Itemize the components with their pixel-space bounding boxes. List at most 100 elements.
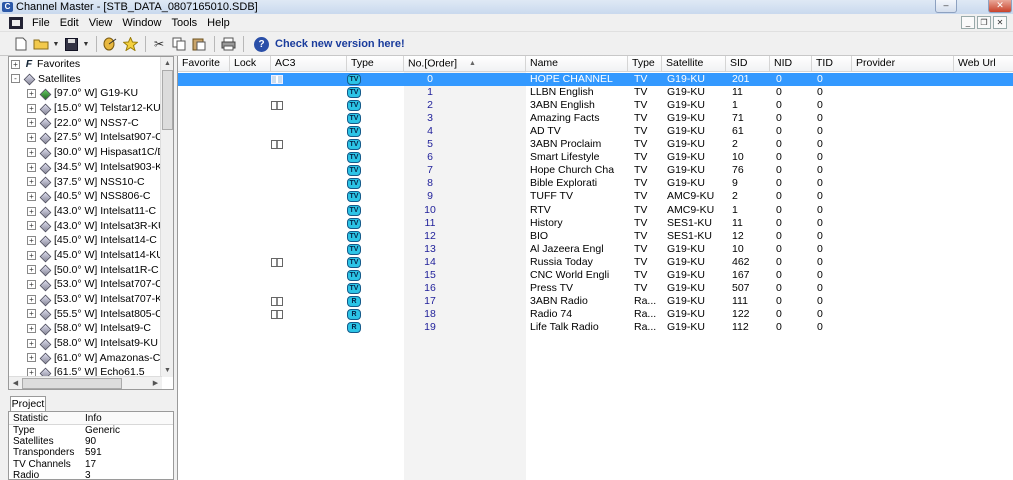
cut-icon[interactable]: ✂ — [150, 35, 168, 53]
tree-node-satellite[interactable]: + [15.0° W] Telstar12-KU — [9, 101, 173, 116]
mdi-minimize-button[interactable]: _ — [961, 16, 975, 29]
expand-icon[interactable]: + — [27, 294, 36, 304]
tree-node-satellite[interactable]: + [40.5° W] NSS806-C — [9, 189, 173, 204]
column-type[interactable]: Type — [628, 56, 662, 72]
document-window-icon[interactable] — [9, 16, 23, 29]
column-tid[interactable]: TID — [812, 56, 852, 72]
tree-hscroll-thumb[interactable] — [22, 378, 122, 389]
tree-scroll-thumb[interactable] — [162, 70, 173, 130]
tree-node-satellite[interactable]: + [30.0° W] Hispasat1C/D — [9, 145, 173, 160]
table-row[interactable]: TV 2 3ABN English TV G19-KU 1 0 0 — [178, 99, 1013, 112]
column-nid[interactable]: NID — [770, 56, 812, 72]
new-file-icon[interactable] — [12, 35, 30, 53]
table-row[interactable]: TV 11 History TV SES1-KU 11 0 0 — [178, 217, 1013, 230]
table-row[interactable]: TV 6 Smart Lifestyle TV G19-KU 10 0 0 — [178, 151, 1013, 164]
menu-view[interactable]: View — [84, 15, 118, 31]
table-row[interactable]: TV 8 Bible Explorati TV G19-KU 9 0 0 — [178, 177, 1013, 190]
tree-node-satellite[interactable]: + [55.5° W] Intelsat805-C — [9, 307, 173, 322]
table-row[interactable]: TV 4 AD TV TV G19-KU 61 0 0 — [178, 125, 1013, 138]
expand-icon[interactable]: + — [27, 89, 36, 99]
table-row[interactable]: TV 0 HOPE CHANNEL TV G19-KU 201 0 0 — [178, 72, 1013, 86]
check-version-link[interactable]: Check new version here! — [275, 38, 405, 50]
menu-tools[interactable]: Tools — [166, 15, 202, 31]
tree-node-satellite[interactable]: + [22.0° W] NSS7-C — [9, 116, 173, 131]
channel-grid[interactable]: Favorite Lock AC3 Type No.[Order] ▲ Name Type Sa… — [177, 56, 1013, 480]
table-row[interactable]: TV 10 RTV TV AMC9-KU 1 0 0 — [178, 204, 1013, 217]
paste-icon[interactable] — [190, 35, 208, 53]
tree-node-satellite[interactable]: + [58.0° W] Intelsat9-C — [9, 321, 173, 336]
close-button[interactable]: ✕ — [988, 0, 1012, 13]
open-dropdown-icon[interactable]: ▼ — [52, 35, 60, 53]
column-web-url[interactable]: Web Url — [954, 56, 1013, 72]
column-lock[interactable]: Lock — [230, 56, 271, 72]
column-statistic[interactable]: Statistic — [9, 412, 81, 424]
scroll-right-icon[interactable]: ▶ — [149, 377, 162, 389]
column-sid[interactable]: SID — [726, 56, 770, 72]
table-row[interactable]: R 19 Life Talk Radio Ra... G19-KU 112 0 0 — [178, 321, 1013, 334]
tree-node-satellites[interactable]: - Satellites — [9, 72, 173, 87]
save-icon[interactable] — [62, 35, 80, 53]
column-provider[interactable]: Provider — [852, 56, 954, 72]
tree-node-satellite[interactable]: + [97.0° W] G19-KU — [9, 86, 173, 101]
menu-file[interactable]: File — [27, 15, 55, 31]
expand-icon[interactable]: + — [27, 265, 36, 275]
collapse-icon[interactable]: - — [11, 74, 20, 84]
column-type-icon[interactable]: Type — [347, 56, 404, 72]
column-info[interactable]: Info — [81, 412, 102, 424]
tree-horizontal-scrollbar[interactable]: ◀ ▶ — [9, 376, 162, 389]
tree-node-satellite[interactable]: + [53.0° W] Intelsat707-KU — [9, 292, 173, 307]
help-icon[interactable]: ? — [254, 36, 269, 52]
expand-icon[interactable]: + — [27, 338, 36, 348]
menu-window[interactable]: Window — [117, 15, 166, 31]
expand-icon[interactable]: + — [27, 147, 36, 157]
minimize-button[interactable]: – — [935, 0, 957, 13]
expand-icon[interactable]: + — [27, 221, 36, 231]
expand-icon[interactable]: + — [11, 59, 20, 69]
print-icon[interactable] — [219, 35, 237, 53]
table-row[interactable]: TV 9 TUFF TV TV AMC9-KU 2 0 0 — [178, 190, 1013, 203]
tree-node-satellite[interactable]: + [45.0° W] Intelsat14-C — [9, 233, 173, 248]
satellite-dish-icon[interactable] — [101, 35, 119, 53]
expand-icon[interactable]: + — [27, 250, 36, 260]
column-order[interactable]: No.[Order] ▲ — [404, 56, 526, 72]
table-row[interactable]: TV 1 LLBN English TV G19-KU 11 0 0 — [178, 86, 1013, 99]
table-row[interactable]: TV 14 Russia Today TV G19-KU 462 0 0 — [178, 256, 1013, 269]
mdi-restore-button[interactable]: ❐ — [977, 16, 991, 29]
expand-icon[interactable]: + — [27, 280, 36, 290]
table-row[interactable]: TV 15 CNC World Engli TV G19-KU 167 0 0 — [178, 269, 1013, 282]
menu-help[interactable]: Help — [202, 15, 235, 31]
expand-icon[interactable]: + — [27, 206, 36, 216]
tree-node-satellite[interactable]: + [45.0° W] Intelsat14-KU — [9, 248, 173, 263]
table-row[interactable]: TV 16 Press TV TV G19-KU 507 0 0 — [178, 282, 1013, 295]
expand-icon[interactable]: + — [27, 324, 36, 334]
column-ac3[interactable]: AC3 — [271, 56, 347, 72]
table-row[interactable]: TV 12 BIO TV SES1-KU 12 0 0 — [178, 230, 1013, 243]
copy-icon[interactable] — [170, 35, 188, 53]
expand-icon[interactable]: + — [27, 133, 36, 143]
tree-node-satellite[interactable]: + [61.0° W] Amazonas-C — [9, 351, 173, 366]
scroll-up-icon[interactable]: ▲ — [161, 57, 173, 70]
tree-node-satellite[interactable]: + [43.0° W] Intelsat11-C — [9, 204, 173, 219]
tab-project[interactable]: Project — [10, 396, 46, 412]
tree-vertical-scrollbar[interactable]: ▲ ▼ — [160, 57, 173, 377]
satellite-tree[interactable]: + F Favorites - Satellites + [97.0° W] G19-KU +… — [8, 56, 174, 390]
menu-edit[interactable]: Edit — [55, 15, 84, 31]
column-satellite[interactable]: Satellite — [662, 56, 726, 72]
scroll-left-icon[interactable]: ◀ — [9, 377, 22, 389]
scroll-down-icon[interactable]: ▼ — [161, 364, 173, 377]
tree-node-favorites[interactable]: + F Favorites — [9, 57, 173, 72]
tree-node-satellite[interactable]: + [37.5° W] NSS10-C — [9, 175, 173, 190]
expand-icon[interactable]: + — [27, 177, 36, 187]
table-row[interactable]: TV 7 Hope Church Cha TV G19-KU 76 0 0 — [178, 164, 1013, 177]
expand-icon[interactable]: + — [27, 353, 36, 363]
expand-icon[interactable]: + — [27, 235, 36, 245]
tree-node-satellite[interactable]: + [27.5° W] Intelsat907-C — [9, 130, 173, 145]
expand-icon[interactable]: + — [27, 118, 36, 128]
tree-node-satellite[interactable]: + [34.5° W] Intelsat903-KU — [9, 160, 173, 175]
expand-icon[interactable]: + — [27, 103, 36, 113]
tree-node-satellite[interactable]: + [53.0° W] Intelsat707-C — [9, 277, 173, 292]
column-favorite[interactable]: Favorite — [178, 56, 230, 72]
favorite-star-icon[interactable] — [121, 35, 139, 53]
tree-node-satellite[interactable]: + [43.0° W] Intelsat3R-KU — [9, 219, 173, 234]
expand-icon[interactable]: + — [27, 191, 36, 201]
